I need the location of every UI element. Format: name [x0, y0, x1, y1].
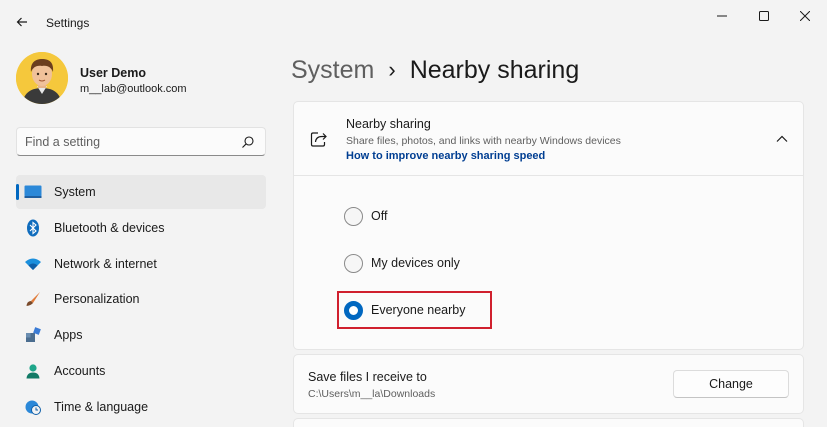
- user-profile[interactable]: User Demo m__lab@outlook.com: [16, 52, 276, 106]
- system-icon: [24, 183, 42, 201]
- option-my-devices-only[interactable]: My devices only: [344, 252, 460, 274]
- breadcrumb: System › Nearby sharing: [291, 52, 579, 88]
- sidebar-item-personalization[interactable]: Personalization: [16, 282, 266, 316]
- breadcrumb-separator: ›: [388, 57, 396, 82]
- sidebar-item-label: Accounts: [54, 363, 106, 378]
- close-icon: [800, 11, 810, 21]
- nearby-sharing-header[interactable]: Nearby sharing Share files, photos, and …: [294, 102, 803, 176]
- maximize-button[interactable]: [750, 6, 778, 26]
- maximize-icon: [759, 11, 769, 21]
- search-input[interactable]: [17, 128, 237, 155]
- sidebar-item-label: Bluetooth & devices: [54, 220, 165, 235]
- chevron-up-icon[interactable]: [775, 132, 789, 146]
- card-description: Share files, photos, and links with near…: [346, 135, 621, 147]
- save-location-title: Save files I receive to: [308, 370, 427, 384]
- radio-label: Off: [371, 209, 388, 223]
- sidebar-item-label: Personalization: [54, 292, 140, 307]
- apps-icon: [24, 326, 42, 344]
- sidebar-item-time-language[interactable]: Time & language: [16, 390, 266, 424]
- option-off[interactable]: Off: [344, 205, 387, 227]
- sidebar-item-label: System: [54, 185, 96, 199]
- save-location-path: C:\Users\m__la\Downloads: [308, 388, 436, 400]
- minimize-icon: [717, 15, 727, 17]
- sidebar-item-label: Network & internet: [54, 256, 157, 271]
- title-bar: Settings: [0, 0, 827, 40]
- radio-my-devices-only[interactable]: [344, 253, 363, 273]
- nearby-sharing-card: Nearby sharing Share files, photos, and …: [293, 101, 804, 350]
- save-location-card: Save files I receive to C:\Users\m__la\D…: [293, 354, 804, 414]
- sidebar-item-bluetooth[interactable]: Bluetooth & devices: [16, 211, 266, 245]
- radio-off[interactable]: [344, 206, 363, 226]
- user-name: User Demo: [80, 66, 146, 80]
- next-card: [293, 418, 804, 427]
- sidebar-item-accounts[interactable]: Accounts: [16, 354, 266, 388]
- globe-clock-icon: [24, 398, 42, 416]
- change-button[interactable]: Change: [673, 370, 789, 398]
- active-indicator: [16, 184, 19, 200]
- close-button[interactable]: [791, 6, 819, 26]
- nearby-sharing-options: Off My devices only Everyone nearby: [294, 176, 803, 350]
- minimize-button[interactable]: [708, 6, 736, 26]
- sidebar-item-network[interactable]: Network & internet: [16, 247, 266, 281]
- avatar: [16, 52, 68, 104]
- breadcrumb-parent[interactable]: System: [291, 56, 374, 85]
- brush-icon: [24, 290, 42, 308]
- annotation-highlight-box: [337, 291, 492, 329]
- help-link[interactable]: How to improve nearby sharing speed: [346, 150, 545, 162]
- sidebar-item-label: Time & language: [54, 399, 149, 414]
- page-title: Nearby sharing: [409, 55, 580, 84]
- share-icon: [310, 132, 327, 147]
- search-icon[interactable]: [241, 135, 255, 149]
- sidebar-item-system[interactable]: System: [16, 175, 266, 209]
- wifi-icon: [24, 255, 42, 273]
- sidebar-item-label: Apps: [54, 328, 83, 343]
- back-button[interactable]: [10, 10, 34, 34]
- app-title: Settings: [46, 16, 90, 30]
- user-email: m__lab@outlook.com: [80, 83, 187, 95]
- search-box[interactable]: [16, 127, 266, 156]
- arrow-left-icon: [16, 17, 27, 27]
- bluetooth-icon: [24, 219, 42, 237]
- person-icon: [24, 362, 42, 380]
- radio-label: My devices only: [371, 256, 460, 270]
- sidebar-item-apps[interactable]: Apps: [16, 318, 266, 352]
- card-title: Nearby sharing: [346, 117, 431, 131]
- sidebar-nav: System Bluetooth & devices Network & int…: [16, 175, 266, 426]
